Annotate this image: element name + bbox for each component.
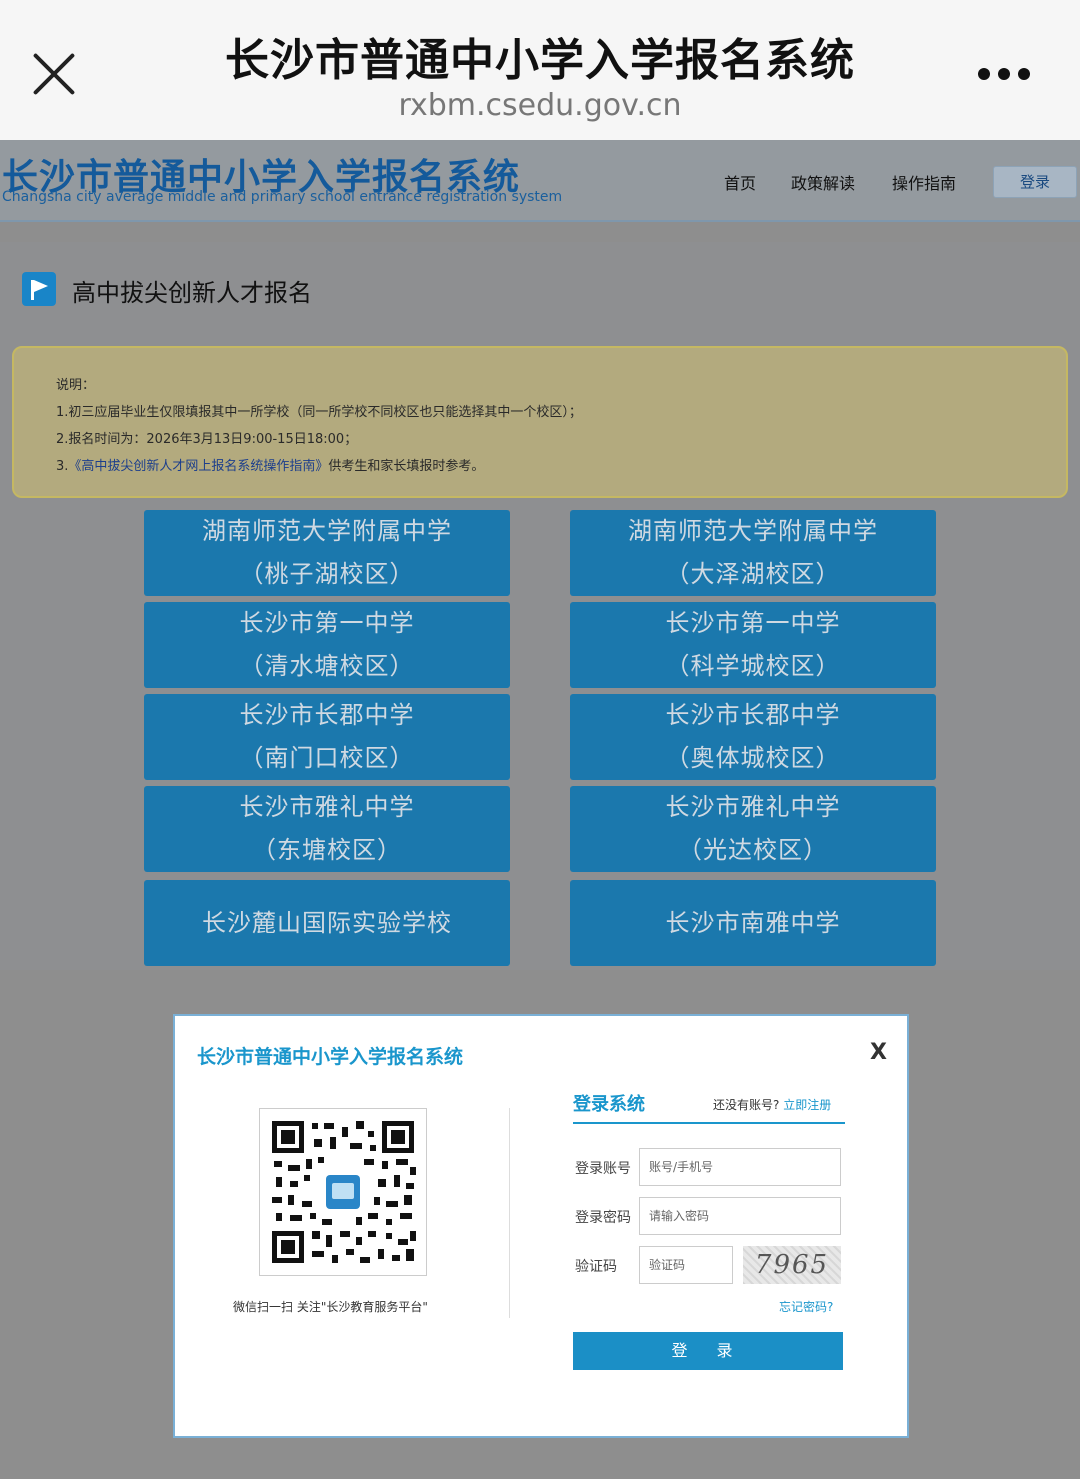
school-button-nanya[interactable]: 长沙市南雅中学 [570, 880, 936, 966]
school-button-changjun-aoticheng[interactable]: 长沙市长郡中学 （奥体城校区） [570, 694, 936, 780]
password-input[interactable]: 请输入密码 [639, 1197, 841, 1235]
school-button-yali-guangda[interactable]: 长沙市雅礼中学 （光达校区） [570, 786, 936, 872]
notice-line-2: 2.报名时间为：2026年3月13日9:00-15日18:00； [56, 432, 358, 447]
login-system-title: 登录系统 [573, 1094, 645, 1115]
captcha-input[interactable]: 验证码 [639, 1246, 733, 1284]
qr-caption: 微信扫一扫 关注"长沙教育服务平台" [233, 1300, 428, 1314]
school-button-changjun-nanmenkou[interactable]: 长沙市长郡中学 （南门口校区） [144, 694, 510, 780]
site-header: 长沙市普通中小学入学报名系统 Changsha city average mid… [0, 140, 1080, 222]
password-label: 登录密码 [575, 1210, 631, 1226]
school-button-yizhong-qingshuitang[interactable]: 长沙市第一中学 （清水塘校区） [144, 602, 510, 688]
header-login-button[interactable]: 登录 [993, 166, 1077, 198]
school-button-yali-dongtang[interactable]: 长沙市雅礼中学 （东塘校区） [144, 786, 510, 872]
nav-policy[interactable]: 政策解读 [791, 170, 855, 194]
school-button-hsfz-dazehu[interactable]: 湖南师范大学附属中学 （大泽湖校区） [570, 510, 936, 596]
captcha-image[interactable]: 7965 [743, 1246, 841, 1284]
guide-link[interactable]: 《高中拔尖创新人才网上报名系统操作指南》 [68, 459, 328, 474]
login-modal: 长沙市普通中小学入学报名系统 X 微信扫一扫 关注"长沙教育服务平台" 登录系统… [173, 1014, 909, 1438]
modal-close-button[interactable]: X [870, 1040, 887, 1065]
main-content: 高中拔尖创新人才报名 说明： 1.初三应届毕业生仅限填报其中一所学校（同一所学校… [0, 242, 1080, 970]
account-label: 登录账号 [575, 1161, 631, 1177]
browser-header: 长沙市普通中小学入学报名系统 rxbm.csedu.gov.cn [0, 0, 1080, 140]
account-input[interactable]: 账号/手机号 [639, 1148, 841, 1186]
notice-heading: 说明： [56, 378, 96, 393]
nav-guide[interactable]: 操作指南 [892, 170, 956, 194]
no-account-text: 还没有账号? 立即注册 [713, 1098, 832, 1112]
captcha-label: 验证码 [575, 1259, 617, 1275]
login-submit-button[interactable]: 登 录 [573, 1332, 843, 1370]
modal-divider [509, 1108, 510, 1318]
browser-url: rxbm.csedu.gov.cn [398, 88, 682, 123]
flag-icon [22, 272, 56, 306]
login-title-underline [573, 1122, 845, 1124]
school-button-lushan[interactable]: 长沙麓山国际实验学校 [144, 880, 510, 966]
section-title: 高中拔尖创新人才报名 [72, 279, 312, 307]
qr-code [259, 1108, 427, 1276]
more-options-icon[interactable] [978, 68, 1030, 82]
nav-home[interactable]: 首页 [724, 170, 756, 194]
site-logo-subtitle: Changsha city average middle and primary… [2, 189, 563, 205]
browser-title: 长沙市普通中小学入学报名系统 [225, 35, 855, 86]
forgot-password-link[interactable]: 忘记密码? [779, 1298, 833, 1315]
school-button-hsfz-taozihu[interactable]: 湖南师范大学附属中学 （桃子湖校区） [144, 510, 510, 596]
notice-line-1: 1.初三应届毕业生仅限填报其中一所学校（同一所学校不同校区也只能选择其中一个校区… [56, 405, 582, 420]
register-link[interactable]: 立即注册 [783, 1098, 831, 1112]
school-button-yizhong-kexuecheng[interactable]: 长沙市第一中学 （科学城校区） [570, 602, 936, 688]
notice-line-3: 3.《高中拔尖创新人才网上报名系统操作指南》供考生和家长填报时参考。 [56, 459, 485, 474]
notice-box: 说明： 1.初三应届毕业生仅限填报其中一所学校（同一所学校不同校区也只能选择其中… [12, 346, 1068, 498]
modal-title: 长沙市普通中小学入学报名系统 [197, 1046, 464, 1068]
